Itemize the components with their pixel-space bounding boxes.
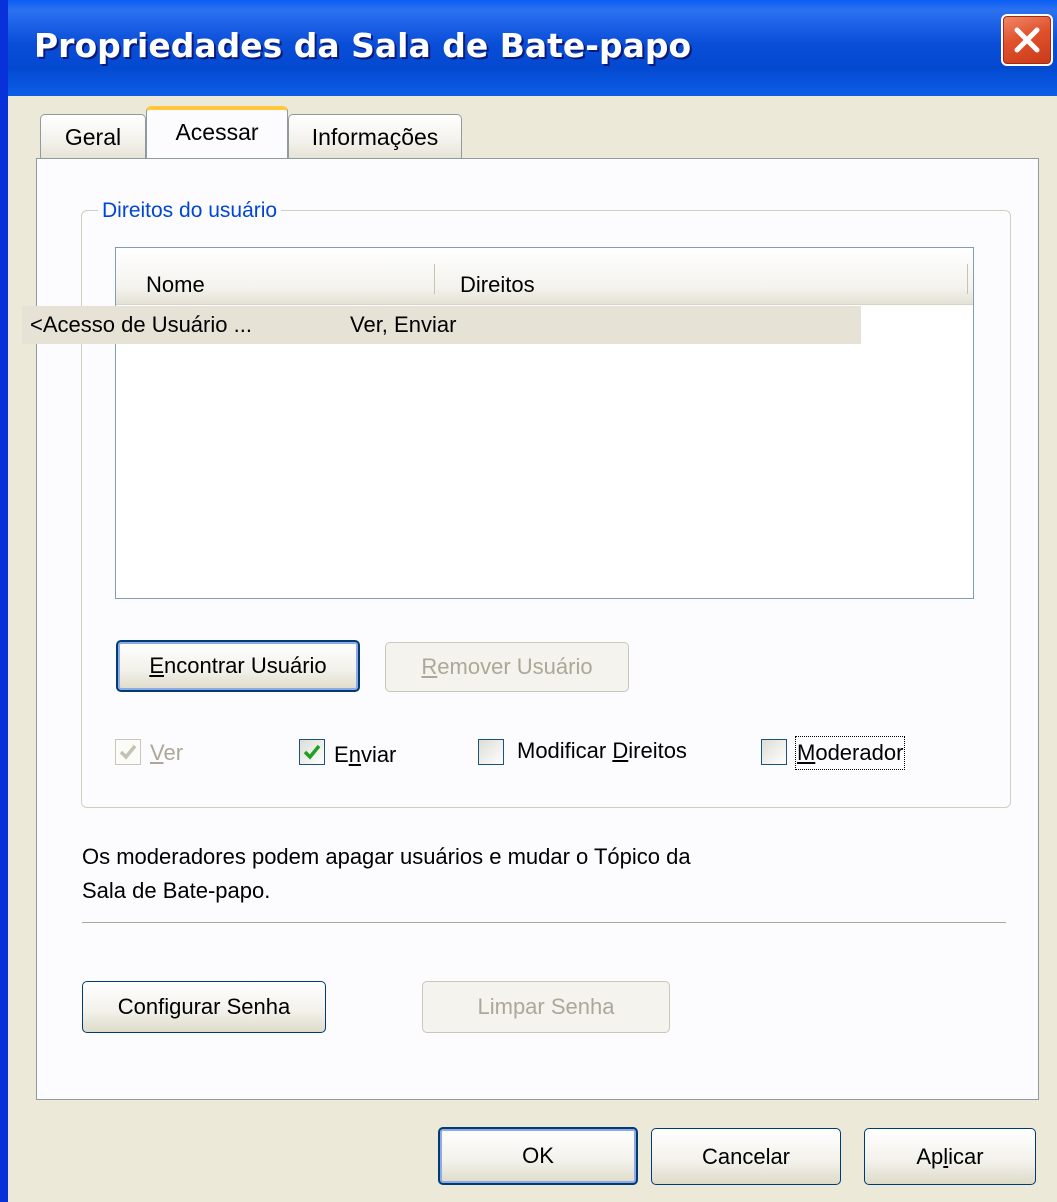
tab-informacoes[interactable]: Informações [288,114,462,158]
view-label: er [163,740,184,765]
send-checkbox-label[interactable]: Enviar [334,740,396,770]
set-password-button[interactable]: Configurar Senha [82,981,326,1033]
list-item[interactable]: <Acesso de Usuário ... Ver, Enviar [22,306,861,344]
remove-user-button[interactable]: Remover Usuário [385,642,629,692]
view-checkbox[interactable] [115,739,141,765]
moderator-description: Os moderadores podem apagar usuários e m… [82,840,691,908]
user-rights-list[interactable]: Nome Direitos [115,247,974,599]
modify-label-pre: Modificar [517,738,613,763]
find-user-label: ncontrar Usuário [164,653,327,678]
list-item-name: <Acesso de Usuário ... [30,312,252,337]
clear-password-button[interactable]: Limpar Senha [422,981,670,1033]
apply-label-pre: Ap [916,1144,944,1169]
send-label: viar [360,742,397,767]
description-line-1: Os moderadores podem apagar usuários e m… [82,844,691,869]
check-icon [119,744,137,760]
apply-button[interactable]: Aplicar [864,1128,1036,1185]
tab-geral[interactable]: Geral [40,114,146,158]
modify-accelerator: D [612,738,629,763]
window-title: Propriedades da Sala de Bate-papo [34,26,692,65]
remove-user-label: emover Usuário [437,654,593,679]
find-user-button[interactable]: Encontrar Usuário [116,640,360,692]
tab-acessar[interactable]: Acessar [146,106,288,158]
modify-label: ireitos [628,738,687,763]
send-accelerator: n [348,742,361,767]
find-user-accelerator: E [149,653,165,678]
separator [82,922,1006,924]
description-line-2: Sala de Bate-papo. [82,878,271,903]
view-accelerator: V [150,740,164,765]
close-button[interactable] [1001,14,1053,66]
apply-label: icar [948,1144,984,1169]
modify-rights-checkbox[interactable] [478,739,504,765]
column-divider[interactable] [434,264,435,294]
ok-button[interactable]: OK [438,1127,638,1185]
title-bar[interactable]: Propriedades da Sala de Bate-papo [8,0,1057,96]
view-checkbox-label[interactable]: Ver [150,738,183,768]
user-rights-group-label: Direitos do usuário [98,198,282,224]
list-item-rights: Ver, Enviar [350,312,457,337]
column-header-nome[interactable]: Nome [146,248,205,304]
column-header-direitos[interactable]: Direitos [460,248,535,304]
send-checkbox[interactable] [299,739,325,765]
column-divider[interactable] [967,264,968,294]
dialog-window: Propriedades da Sala de Bate-papo Geral … [0,0,1057,1202]
check-icon [303,744,321,760]
cancel-button[interactable]: Cancelar [651,1128,841,1185]
list-header: Nome Direitos [116,248,973,305]
remove-user-accelerator: R [421,654,438,679]
modify-rights-checkbox-label[interactable]: Modificar Direitos [517,736,687,766]
send-label-pre: E [334,742,349,767]
moderator-label: oderador [815,740,904,765]
moderator-checkbox-label[interactable]: Moderador [794,736,906,770]
moderator-checkbox[interactable] [761,739,787,765]
moderator-accelerator: M [797,740,816,765]
